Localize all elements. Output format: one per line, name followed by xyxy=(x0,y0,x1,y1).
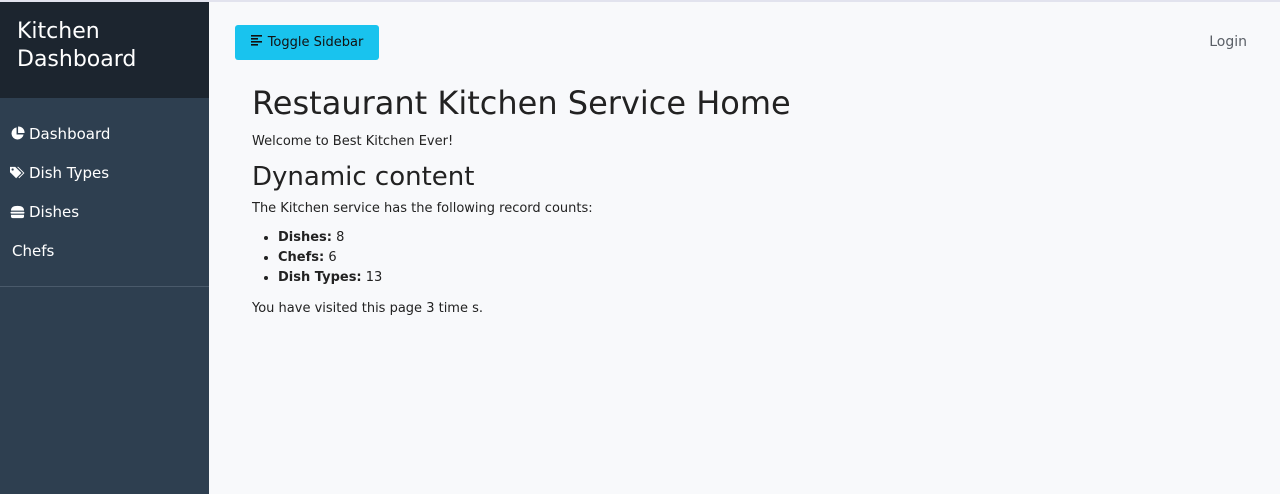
sidebar-title: Kitchen Dashboard xyxy=(0,2,209,98)
record-value: 6 xyxy=(328,250,337,265)
tags-icon xyxy=(9,165,25,181)
sidebar-item-dishes[interactable]: Dishes xyxy=(0,192,209,231)
sidebar: Kitchen Dashboard Dashboard Dish Types D… xyxy=(0,2,209,494)
record-label: Chefs: xyxy=(278,250,325,265)
record-value: 8 xyxy=(336,230,345,245)
list-item: Dish Types: 13 xyxy=(278,268,1152,288)
sidebar-item-label: Dish Types xyxy=(29,163,110,182)
content-area: Restaurant Kitchen Service Home Welcome … xyxy=(252,80,1152,316)
hamburger-icon xyxy=(9,204,25,220)
record-label: Dish Types: xyxy=(278,270,362,285)
record-intro: The Kitchen service has the following re… xyxy=(252,201,593,216)
visits-text: You have visited this page 3 time s. xyxy=(252,301,484,316)
sidebar-item-label: Chefs xyxy=(12,241,55,260)
align-left-icon xyxy=(250,35,263,50)
sidebar-item-label: Dishes xyxy=(29,202,80,221)
section-title: Dynamic content xyxy=(252,162,475,192)
page: Kitchen Dashboard Dashboard Dish Types D… xyxy=(0,0,1280,494)
page-title: Restaurant Kitchen Service Home xyxy=(252,84,791,122)
record-label: Dishes: xyxy=(278,230,332,245)
list-item: Chefs: 6 xyxy=(278,248,1152,268)
toggle-sidebar-button[interactable]: Toggle Sidebar xyxy=(235,25,379,60)
record-list: Dishes: 8 Chefs: 6 Dish Types: 13 xyxy=(252,228,1152,288)
main-content: Toggle Sidebar Login Restaurant Kitchen … xyxy=(209,2,1280,494)
sidebar-item-chefs[interactable]: Chefs xyxy=(0,231,209,270)
sidebar-item-dashboard[interactable]: Dashboard xyxy=(0,114,209,153)
pie-chart-icon xyxy=(9,126,25,142)
record-value: 13 xyxy=(365,270,383,285)
welcome-text: Welcome to Best Kitchen Ever! xyxy=(252,134,454,149)
login-link[interactable]: Login xyxy=(1209,34,1247,50)
sidebar-item-dish-types[interactable]: Dish Types xyxy=(0,153,209,192)
toggle-sidebar-label: Toggle Sidebar xyxy=(267,35,364,50)
sidebar-item-label: Dashboard xyxy=(29,124,111,143)
sidebar-nav: Dashboard Dish Types Dishes Chefs xyxy=(0,98,209,287)
list-item: Dishes: 8 xyxy=(278,228,1152,248)
